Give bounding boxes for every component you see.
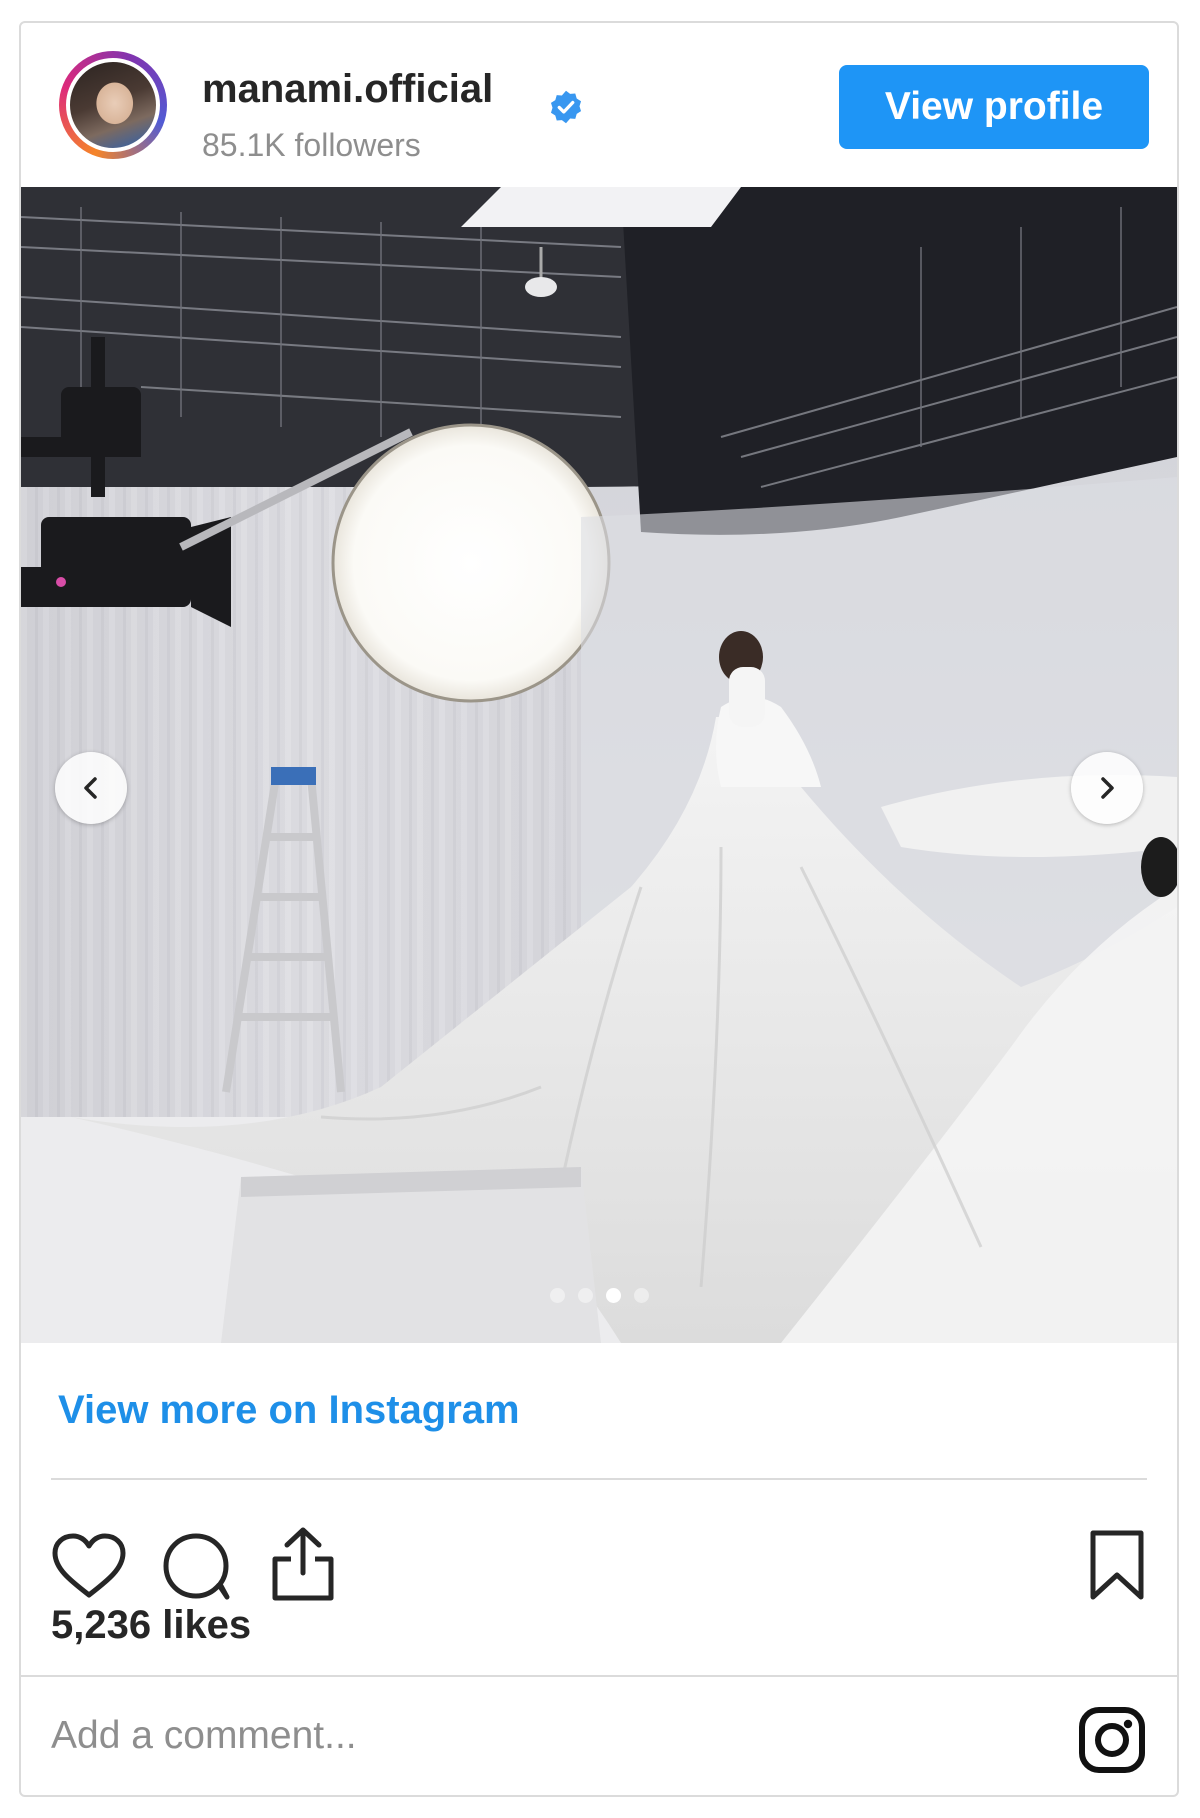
bookmark-icon[interactable] (1087, 1528, 1147, 1602)
follower-count: 85.1K followers (202, 127, 421, 163)
post-header: manami.official 85.1K followers View pro… (21, 23, 1177, 185)
post-photo[interactable] (21, 187, 1177, 1343)
view-more-on-instagram-link[interactable]: View more on Instagram (58, 1388, 520, 1433)
instagram-logo-icon[interactable] (1077, 1705, 1147, 1775)
previous-slide-button[interactable] (55, 752, 127, 824)
divider (21, 1675, 1177, 1677)
divider (51, 1478, 1147, 1480)
studio-photo-image (21, 187, 1177, 1343)
add-comment-input[interactable] (51, 1701, 1031, 1771)
comment-icon[interactable] (161, 1530, 233, 1602)
share-icon[interactable] (269, 1525, 337, 1603)
carousel-indicator (21, 1288, 1177, 1303)
chevron-left-icon (84, 777, 97, 799)
avatar-story-ring[interactable] (59, 51, 167, 159)
instagram-embed-card: manami.official 85.1K followers View pro… (19, 21, 1179, 1797)
carousel-dot (577, 1288, 593, 1303)
chevron-right-icon (1101, 777, 1114, 799)
carousel-dot (633, 1288, 649, 1303)
avatar[interactable] (66, 58, 160, 152)
next-slide-button[interactable] (1071, 752, 1143, 824)
carousel-dot (549, 1288, 565, 1303)
carousel-dot (605, 1288, 621, 1303)
username[interactable]: manami.official (202, 67, 493, 112)
view-profile-button[interactable]: View profile (839, 65, 1149, 149)
like-count: 5,236 likes (51, 1603, 252, 1647)
action-bar (21, 1503, 1177, 1603)
heart-icon[interactable] (51, 1533, 127, 1601)
verified-badge-icon (550, 90, 582, 124)
